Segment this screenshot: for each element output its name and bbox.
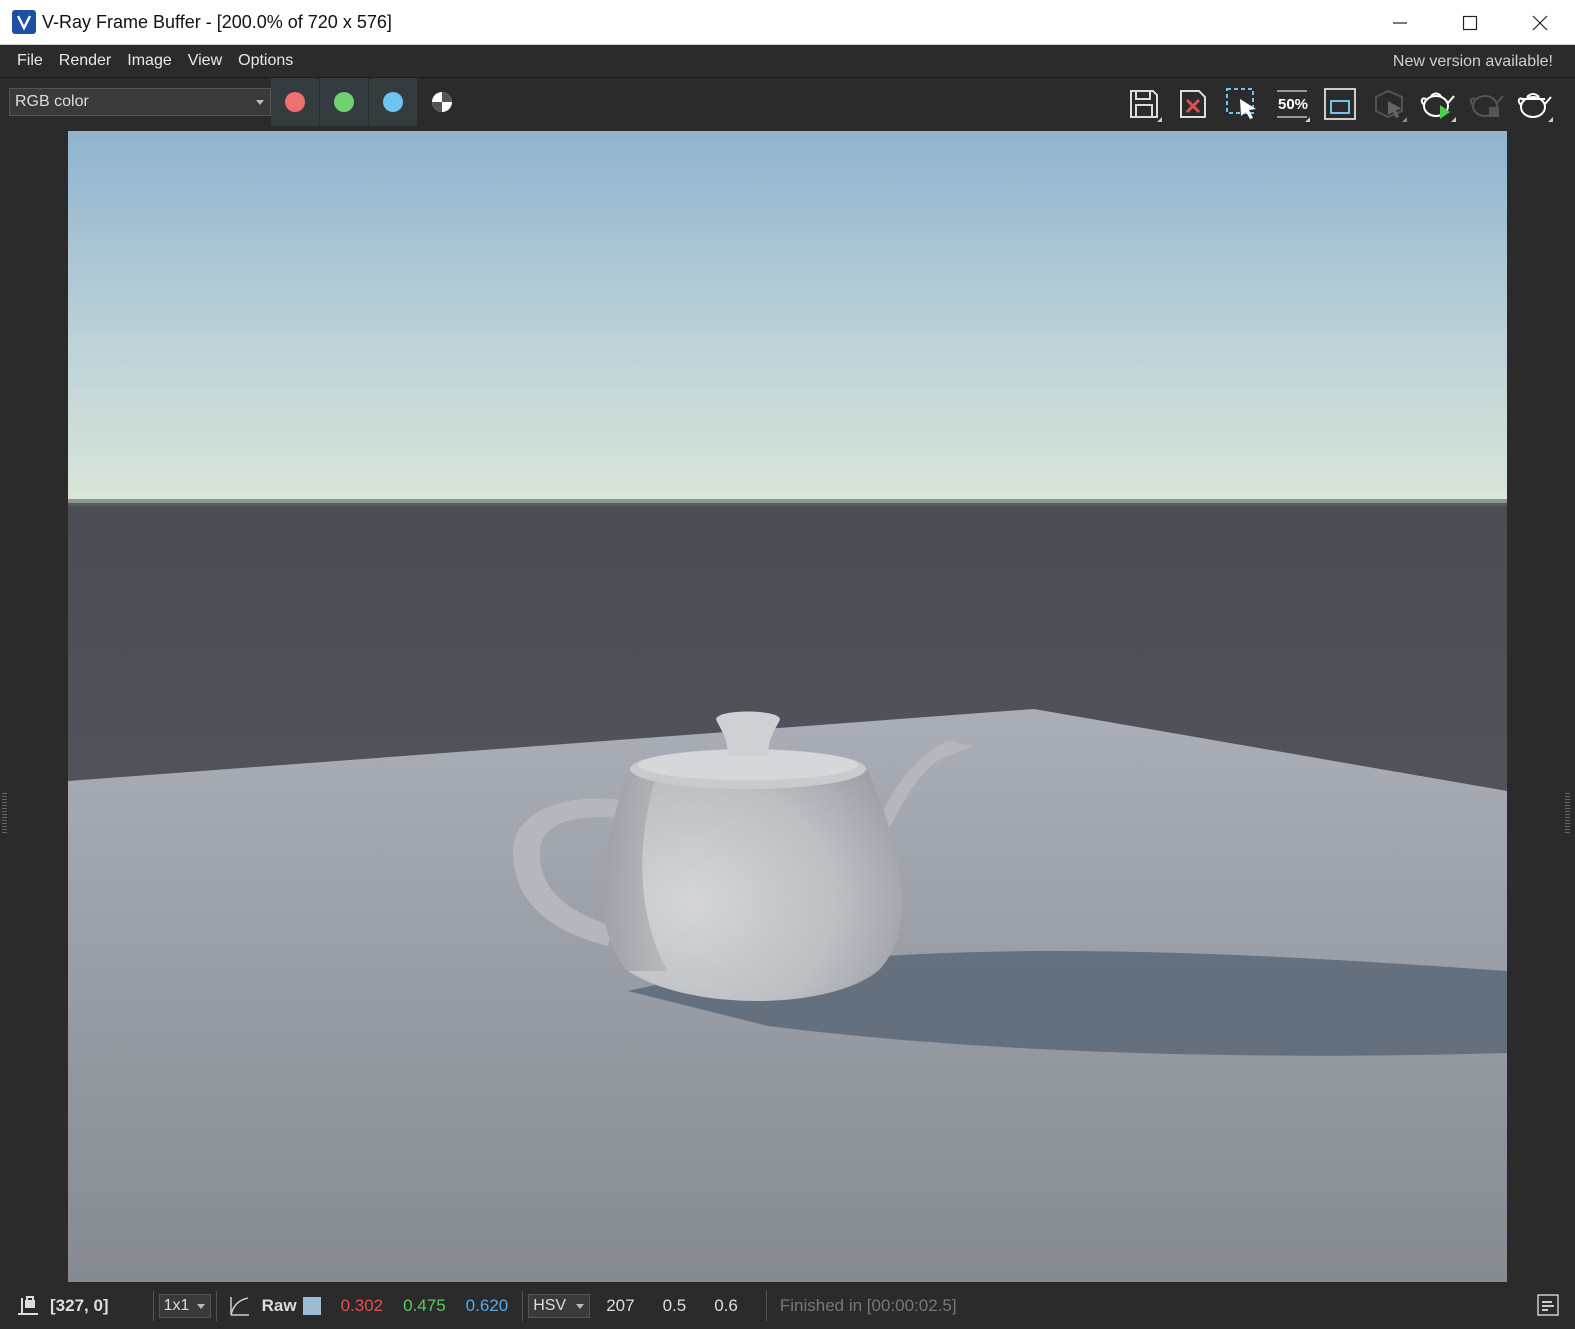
- minimize-icon: [1393, 21, 1407, 24]
- track-mouse-button[interactable]: [1320, 84, 1360, 124]
- 50-percent-icon: 50%: [1277, 90, 1308, 118]
- green-channel-button[interactable]: [320, 78, 368, 126]
- close-icon: [1532, 15, 1548, 30]
- brightness-value: 0.6: [714, 1295, 738, 1315]
- rendered-image[interactable]: [68, 131, 1507, 1282]
- new-version-link[interactable]: New version available!: [1393, 53, 1553, 71]
- close-button[interactable]: [1505, 0, 1575, 45]
- red-value: 0.302: [340, 1295, 384, 1315]
- pin-lock-icon: [18, 1295, 38, 1315]
- red-channel-button[interactable]: [271, 78, 319, 126]
- title-bar: V-Ray Frame Buffer - [200.0% of 720 x 57…: [0, 0, 1575, 45]
- window-title: V-Ray Frame Buffer - [200.0% of 720 x 57…: [42, 11, 392, 32]
- lock-coords-button[interactable]: [16, 1294, 40, 1318]
- value-mode-label[interactable]: Raw: [262, 1296, 297, 1316]
- teapot-render: [68, 131, 1507, 1282]
- pixel-coordinates: [327, 0]: [50, 1295, 109, 1315]
- region-render-icon: [1226, 88, 1256, 119]
- menu-options[interactable]: Options: [230, 52, 301, 70]
- saturation-value: 0.5: [662, 1295, 687, 1315]
- channel-select-value: RGB color: [15, 93, 89, 110]
- sample-size-value: 1x1: [163, 1296, 190, 1314]
- right-panel-handle[interactable]: [1565, 793, 1570, 833]
- menu-view[interactable]: View: [180, 52, 230, 70]
- render-status-message: Finished in [00:00:02.5]: [779, 1295, 957, 1315]
- color-swatch: [302, 1296, 321, 1315]
- 50-percent-button[interactable]: 50%: [1272, 84, 1312, 124]
- maximize-button[interactable]: [1435, 0, 1505, 45]
- toolbar: RGB color 50%: [0, 78, 1575, 128]
- minimize-button[interactable]: [1365, 0, 1435, 45]
- track-mouse-icon: [1324, 88, 1356, 120]
- green-value: 0.475: [403, 1295, 446, 1315]
- region-render-button[interactable]: [1222, 84, 1262, 124]
- menu-file[interactable]: File: [9, 52, 51, 70]
- clear-image-button[interactable]: [1173, 84, 1213, 124]
- left-panel-handle[interactable]: [2, 793, 7, 833]
- sample-size-select[interactable]: 1x1: [158, 1293, 211, 1318]
- color-space-value: HSV: [533, 1296, 567, 1314]
- menu-render[interactable]: Render: [51, 52, 119, 70]
- red-dot-icon: [285, 92, 305, 112]
- blue-dot-icon: [383, 92, 403, 112]
- render-interactive-button[interactable]: [1369, 84, 1409, 124]
- log-icon: [1537, 1294, 1559, 1316]
- alpha-channel-button[interactable]: [418, 78, 466, 126]
- render-icon: [1517, 93, 1552, 118]
- chevron-down-icon: [256, 100, 264, 105]
- hue-value: 207: [606, 1295, 635, 1315]
- status-bar: [327, 0] 1x1 Raw 0.302 0.475 0.620 HSV 2…: [0, 1282, 1575, 1329]
- maximize-icon: [1462, 15, 1478, 30]
- svg-text:50%: 50%: [1278, 96, 1308, 113]
- stop-render-button[interactable]: [1467, 84, 1507, 124]
- blue-channel-button[interactable]: [369, 78, 417, 126]
- start-render-button[interactable]: [1418, 84, 1458, 124]
- color-space-select[interactable]: HSV: [528, 1293, 591, 1318]
- alpha-icon: [432, 92, 452, 112]
- menu-image[interactable]: Image: [119, 52, 179, 70]
- render-button[interactable]: [1515, 84, 1555, 124]
- curve-button[interactable]: [228, 1295, 250, 1317]
- menu-bar: File Render Image View Options New versi…: [0, 45, 1575, 78]
- curve-icon: [229, 1296, 249, 1316]
- render-interactive-icon: [1375, 89, 1403, 119]
- chevron-down-icon: [196, 1303, 205, 1309]
- vray-logo-icon: [12, 10, 36, 34]
- channel-select[interactable]: RGB color: [9, 88, 271, 116]
- green-dot-icon: [334, 92, 354, 112]
- log-button[interactable]: [1537, 1294, 1559, 1321]
- save-button[interactable]: [1124, 84, 1164, 124]
- chevron-down-icon: [576, 1303, 585, 1309]
- save-icon: [1130, 90, 1158, 118]
- stop-render-icon: [1469, 95, 1504, 117]
- start-render-icon: [1420, 92, 1455, 119]
- blue-value: 0.620: [465, 1295, 509, 1315]
- clear-image-icon: [1180, 90, 1206, 118]
